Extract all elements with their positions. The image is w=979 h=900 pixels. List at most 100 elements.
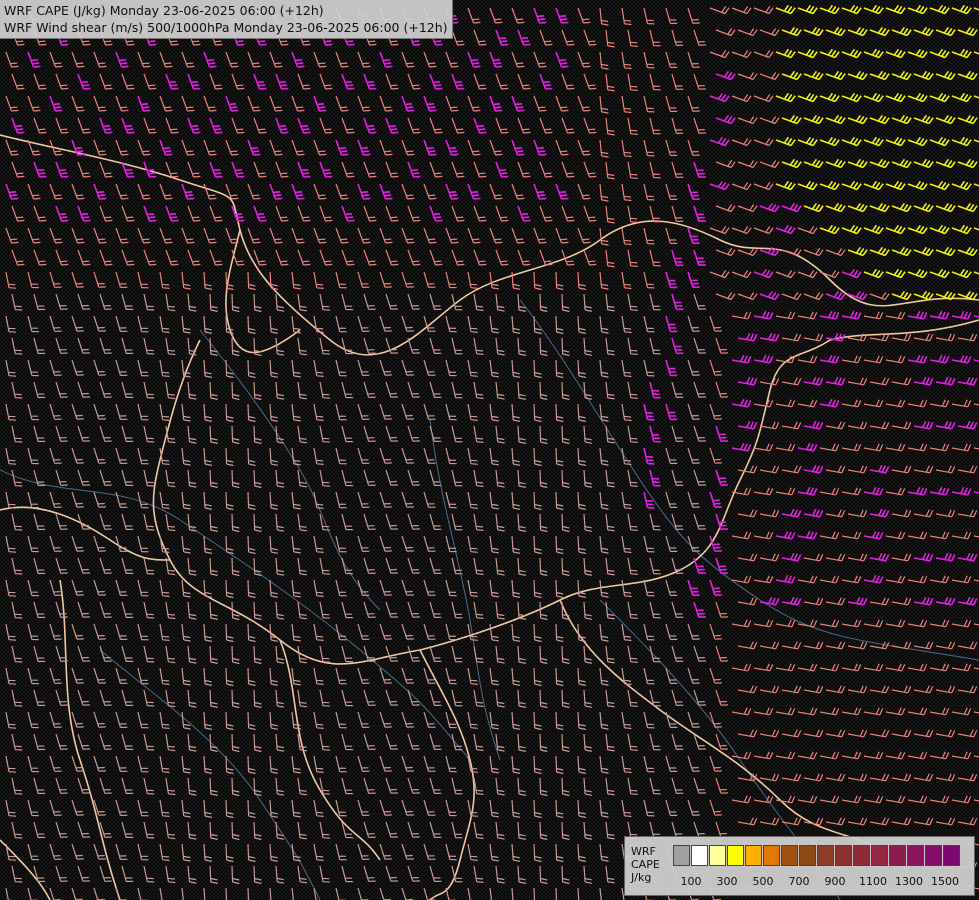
wind-barb <box>841 487 862 496</box>
wind-barb <box>115 51 129 68</box>
wind-barb <box>583 293 593 312</box>
wind-barb <box>401 579 414 596</box>
wind-barb <box>825 158 846 169</box>
wind-barb <box>203 359 213 378</box>
wind-barb <box>121 689 134 706</box>
wind-barb <box>577 403 586 422</box>
wind-barb <box>885 487 906 496</box>
wind-barb <box>467 843 478 861</box>
wind-barb <box>11 513 23 531</box>
legend-swatch <box>745 845 762 866</box>
wind-barb <box>599 139 609 158</box>
wind-barb <box>115 711 128 728</box>
wind-barb <box>319 645 331 663</box>
wind-barb <box>555 843 564 863</box>
wind-barb <box>187 821 197 840</box>
wind-barb <box>957 26 978 37</box>
wind-barb <box>27 799 39 817</box>
wind-barb <box>577 755 586 774</box>
wind-barb <box>511 843 521 862</box>
wind-barb <box>605 73 615 92</box>
wind-barb <box>445 667 457 685</box>
wind-barb <box>247 139 261 156</box>
wind-barb <box>863 4 884 15</box>
wind-barb <box>715 160 736 169</box>
wind-barb <box>297 777 308 796</box>
wind-barb <box>775 619 796 628</box>
wind-barb <box>247 51 261 68</box>
wind-barb <box>187 293 197 312</box>
wind-barb <box>687 315 700 332</box>
wind-barb <box>5 491 17 509</box>
wind-barb <box>33 777 46 795</box>
wind-barb <box>423 447 436 464</box>
wind-barb <box>159 227 173 244</box>
wind-barb <box>231 689 240 709</box>
wind-barb <box>577 491 586 510</box>
wind-barb <box>231 293 240 313</box>
wind-barb <box>495 73 509 90</box>
wind-barb <box>709 6 730 15</box>
wind-barb <box>759 202 780 213</box>
wind-barb <box>863 268 884 279</box>
wind-barb <box>599 535 609 554</box>
wind-barb <box>863 663 884 672</box>
wind-barb <box>99 469 112 486</box>
wind-barb <box>561 161 575 178</box>
legend-title-model: WRF <box>631 845 656 858</box>
wind-barb <box>313 667 324 685</box>
wind-barb <box>797 663 818 672</box>
wind-barb <box>561 513 570 533</box>
wind-barb <box>935 158 956 169</box>
wind-barb <box>533 95 547 112</box>
wind-barb <box>159 359 170 377</box>
wind-barb <box>225 139 239 156</box>
wind-barb <box>335 271 347 289</box>
wind-barb <box>539 821 548 841</box>
wind-barb <box>797 442 818 452</box>
wind-barb <box>363 381 376 398</box>
wind-barb <box>841 443 862 452</box>
wind-barb <box>165 777 176 796</box>
wind-barb <box>99 733 112 750</box>
wind-barb <box>269 403 279 422</box>
wind-barb <box>731 531 752 540</box>
wind-barb <box>247 491 256 511</box>
wind-barb <box>951 795 972 804</box>
wind-barb <box>759 465 780 474</box>
legend-swatch <box>907 845 924 866</box>
wind-barb <box>847 641 868 650</box>
wind-barb <box>451 821 463 839</box>
wind-barb <box>561 469 570 489</box>
wind-barb <box>11 337 23 355</box>
wind-barb <box>687 183 700 201</box>
wind-barb <box>517 821 527 840</box>
wind-barb <box>253 425 262 445</box>
wind-barb <box>517 513 527 532</box>
wind-barb <box>759 332 780 342</box>
legend-tick-label: 1300 <box>895 875 923 888</box>
wind-barb <box>643 95 655 113</box>
wind-barb <box>929 751 950 760</box>
wind-barb <box>33 601 46 619</box>
wind-barb <box>209 557 218 576</box>
wind-barb <box>517 733 527 752</box>
wind-barb <box>489 7 503 24</box>
wind-barb <box>561 689 570 709</box>
wind-barb <box>187 469 197 488</box>
wind-barb <box>27 623 39 641</box>
wind-barb <box>445 755 457 773</box>
wind-barb <box>847 70 868 81</box>
wind-barb <box>159 447 170 465</box>
wind-barb <box>869 26 890 37</box>
wind-barb <box>583 425 593 444</box>
wind-barb <box>115 447 128 464</box>
wind-barb <box>27 227 41 244</box>
wind-barb <box>797 311 818 320</box>
legend-tick-label: 700 <box>788 875 810 888</box>
wind-barb <box>671 733 684 750</box>
wind-barb <box>539 689 548 709</box>
wind-barb <box>407 381 420 398</box>
wind-barb <box>407 645 420 662</box>
wind-barb <box>291 271 301 290</box>
